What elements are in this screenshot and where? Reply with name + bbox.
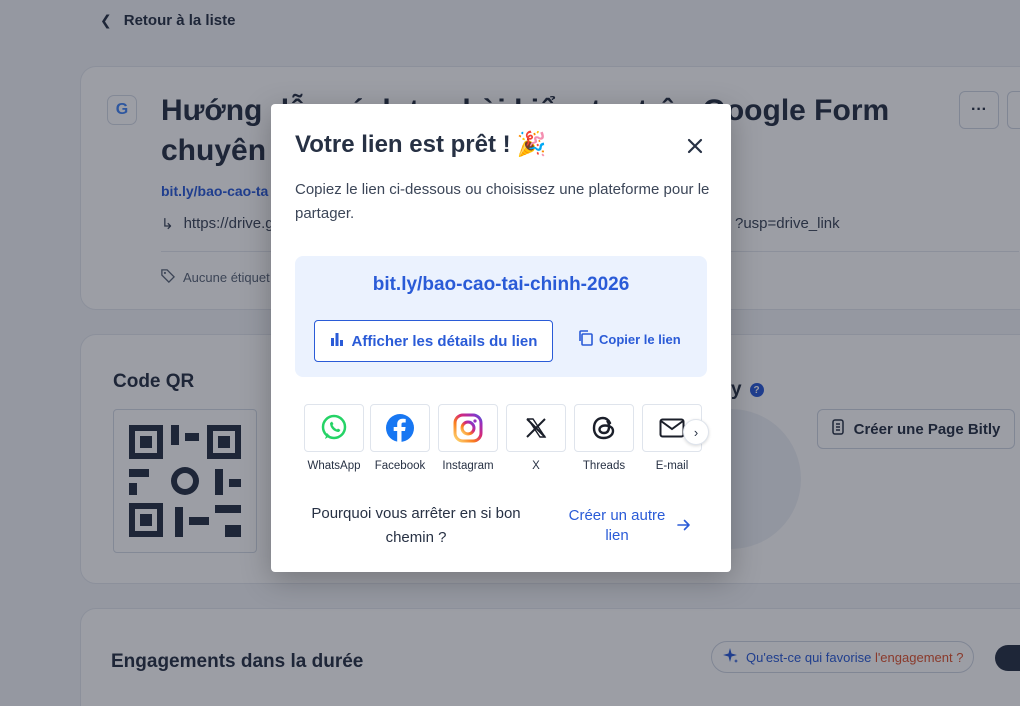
close-button[interactable]	[683, 134, 707, 158]
bar-chart-icon	[330, 332, 344, 350]
share-label: Instagram	[442, 460, 494, 472]
continue-prompt-text: Pourquoi vous arrêter en si bon chemin ?	[311, 505, 521, 546]
chevron-right-icon: ›	[693, 424, 699, 440]
facebook-icon[interactable]	[370, 404, 430, 452]
modal-title-text: Votre lien est prêt !	[295, 130, 511, 158]
link-ready-modal: Votre lien est prêt ! 🎉 Copiez le lien c…	[271, 104, 731, 572]
share-whatsapp[interactable]: WhatsApp	[304, 404, 364, 472]
view-link-details-label: Afficher les détails du lien	[351, 332, 538, 350]
view-link-details-button[interactable]: Afficher les détails du lien	[314, 320, 553, 362]
share-label: E-mail	[655, 460, 689, 472]
copy-link-button[interactable]: Copier le lien	[578, 330, 681, 349]
instagram-icon[interactable]	[438, 404, 498, 452]
share-label: WhatsApp	[307, 460, 361, 472]
copy-icon	[578, 330, 593, 349]
share-label: Facebook	[374, 460, 426, 472]
share-x[interactable]: X	[506, 404, 566, 472]
party-popper-icon: 🎉	[516, 131, 547, 158]
share-label: X	[532, 460, 540, 472]
short-link[interactable]: bit.ly/bao-cao-tai-chinh-2026	[295, 274, 707, 296]
create-another-label: Créer un autre lien	[568, 507, 666, 544]
close-icon	[687, 138, 703, 154]
threads-icon[interactable]	[574, 404, 634, 452]
share-label: Threads	[582, 460, 626, 472]
short-link-panel: bit.ly/bao-cao-tai-chinh-2026 Afficher l…	[295, 256, 707, 377]
modal-description: Copiez le lien ci-dessous ou choisissez …	[295, 181, 710, 222]
arrow-right-icon	[677, 518, 691, 535]
whatsapp-icon[interactable]	[304, 404, 364, 452]
modal-title: Votre lien est prêt ! 🎉	[295, 130, 547, 159]
share-platforms-row: WhatsApp Facebook Instagram X Threads E-…	[304, 404, 714, 484]
share-threads[interactable]: Threads	[574, 404, 634, 472]
create-another-link[interactable]: Créer un autre lien	[565, 506, 691, 546]
x-icon[interactable]	[506, 404, 566, 452]
share-facebook[interactable]: Facebook	[370, 404, 430, 472]
share-instagram[interactable]: Instagram	[438, 404, 498, 472]
copy-link-label: Copier le lien	[599, 332, 681, 347]
scroll-right-button[interactable]: ›	[683, 419, 709, 445]
